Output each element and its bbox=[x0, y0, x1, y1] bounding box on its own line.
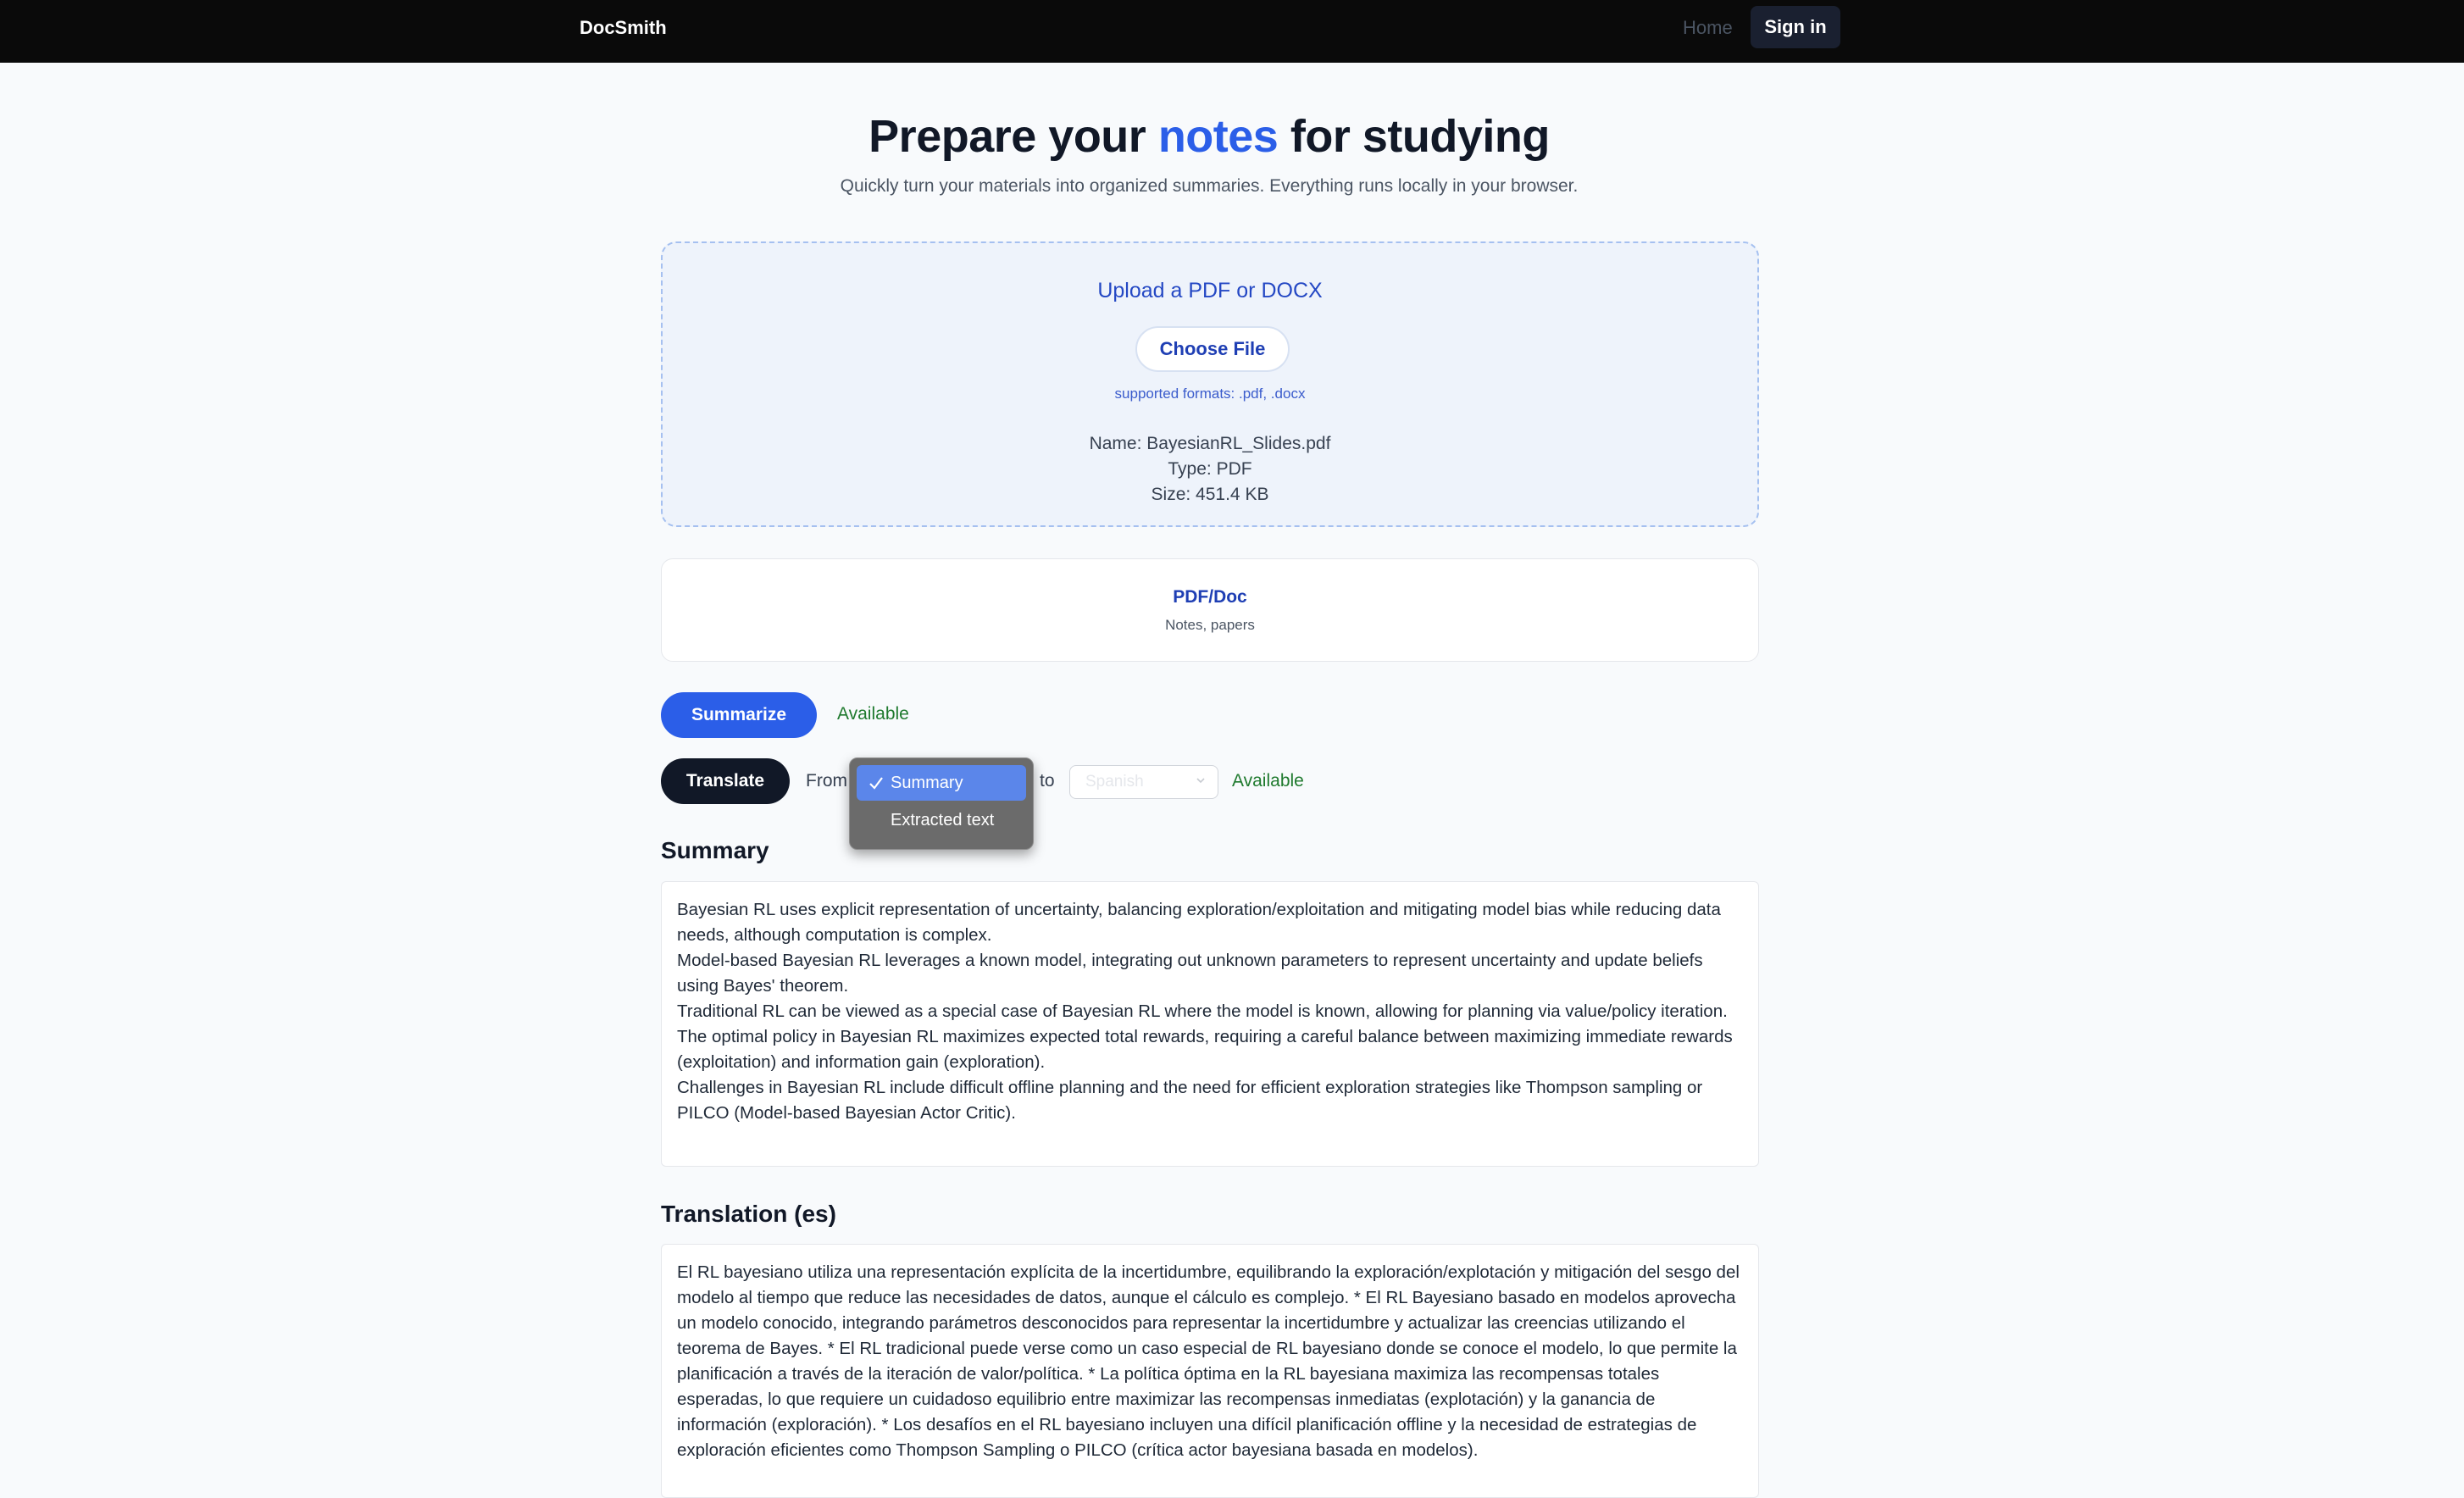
summarize-button[interactable]: Summarize bbox=[661, 692, 817, 738]
supported-formats: supported formats: .pdf, .docx bbox=[1114, 386, 1306, 402]
summary-line: Bayesian RL uses explicit representation… bbox=[677, 900, 1721, 945]
upload-title: Upload a PDF or DOCX bbox=[1097, 279, 1323, 302]
chevron-down-icon bbox=[1196, 778, 1205, 784]
page-title: Prepare your notes for studying bbox=[0, 110, 2418, 163]
summary-line: Traditional RL can be viewed as a specia… bbox=[677, 1001, 1728, 1021]
summary-line: The optimal policy in Bayesian RL maximi… bbox=[677, 1027, 1733, 1072]
file-name: Name: BayesianRL_Slides.pdf bbox=[1089, 434, 1331, 453]
summary-heading: Summary bbox=[661, 837, 769, 863]
nav-home-link[interactable]: Home bbox=[1683, 17, 1733, 39]
from-option-extracted-text[interactable]: Extracted text bbox=[857, 802, 1026, 838]
page-subtitle: Quickly turn your materials into organiz… bbox=[840, 176, 1579, 196]
translate-button[interactable]: Translate bbox=[661, 758, 790, 804]
title-post: for studying bbox=[1278, 111, 1550, 162]
source-type-card[interactable]: PDF/Doc Notes, papers bbox=[661, 558, 1759, 662]
target-language-select[interactable]: Spanish bbox=[1069, 765, 1218, 799]
choose-file-button[interactable]: Choose File bbox=[1135, 326, 1290, 372]
translation-heading: Translation (es) bbox=[661, 1201, 836, 1227]
upload-dropzone[interactable]: Upload a PDF or DOCX Choose File support… bbox=[661, 241, 1759, 527]
from-option-summary[interactable]: Summary bbox=[857, 765, 1026, 801]
translation-output: El RL bayesiano utiliza una representaci… bbox=[661, 1244, 1759, 1498]
source-type-title: PDF/Doc bbox=[1173, 587, 1247, 607]
file-type: Type: PDF bbox=[1168, 459, 1252, 479]
summary-output: Bayesian RL uses explicit representation… bbox=[661, 881, 1759, 1167]
check-icon bbox=[869, 777, 883, 790]
target-language-value: Spanish bbox=[1085, 773, 1144, 791]
from-option-label: Extracted text bbox=[891, 810, 995, 829]
from-label: From bbox=[806, 771, 847, 791]
title-pre: Prepare your bbox=[869, 111, 1158, 162]
top-nav: DocSmith Home Sign in bbox=[0, 0, 2464, 63]
summarize-status: Available bbox=[837, 704, 909, 724]
title-accent: notes bbox=[1157, 111, 1279, 162]
summary-line: Model-based Bayesian RL leverages a know… bbox=[677, 951, 1703, 996]
source-type-subtitle: Notes, papers bbox=[1165, 617, 1255, 633]
to-label: to bbox=[1040, 771, 1055, 791]
summary-line: Challenges in Bayesian RL include diffic… bbox=[677, 1078, 1703, 1123]
sign-in-button[interactable]: Sign in bbox=[1751, 6, 1840, 48]
translate-status: Available bbox=[1232, 771, 1304, 791]
from-source-dropdown[interactable]: Summary Extracted text bbox=[849, 757, 1034, 850]
brand-logo[interactable]: DocSmith bbox=[580, 17, 667, 39]
from-option-label: Summary bbox=[891, 773, 963, 792]
translation-text: El RL bayesiano utiliza una representaci… bbox=[677, 1262, 1740, 1460]
file-size: Size: 451.4 KB bbox=[1151, 485, 1269, 504]
